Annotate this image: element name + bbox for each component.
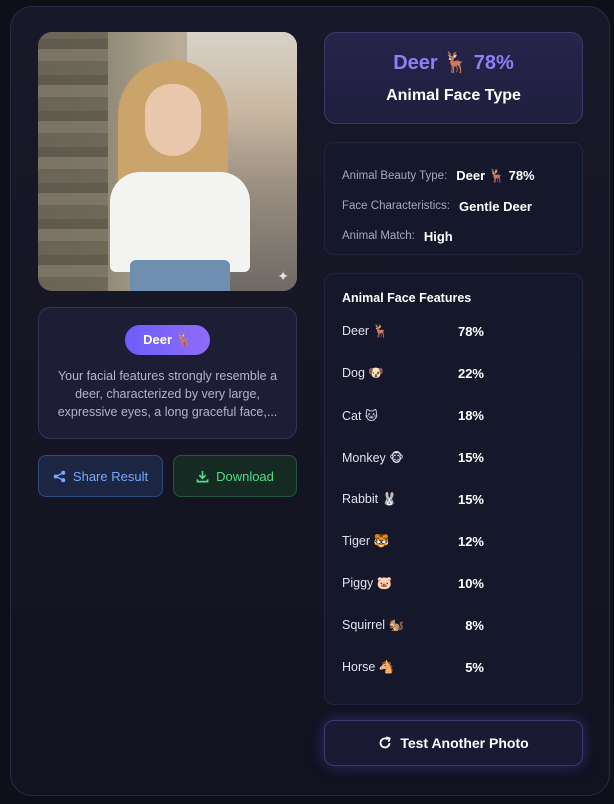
refresh-icon bbox=[379, 736, 392, 749]
share-result-button[interactable]: Share Result bbox=[38, 455, 163, 497]
info-value: High bbox=[423, 228, 453, 244]
result-summary-card: Deer 🦌 78% Animal Face Type bbox=[324, 32, 583, 124]
info-row-animal-match: Animal Match: High bbox=[342, 221, 582, 251]
feature-name: Rabbit 🐰 bbox=[342, 492, 398, 506]
feature-percent: 12% bbox=[457, 534, 484, 549]
result-title: Animal Face Type bbox=[386, 87, 521, 104]
info-value: Gentle Deer bbox=[459, 198, 532, 214]
download-button[interactable]: Download bbox=[173, 455, 297, 497]
photo-subject-jeans bbox=[130, 260, 230, 291]
download-label: Download bbox=[216, 468, 274, 484]
download-icon bbox=[196, 470, 209, 482]
feature-name: Squirrel 🐿️ bbox=[342, 618, 405, 632]
info-value: Deer 🦌 78% bbox=[456, 168, 535, 183]
photo-background-wall bbox=[38, 32, 108, 291]
feature-row: Deer 🦌 78% bbox=[342, 319, 492, 361]
feature-percent: 8% bbox=[465, 618, 484, 633]
info-label: Animal Beauty Type: bbox=[342, 170, 448, 182]
features-card: Animal Face Features Deer 🦌 78% Dog 🐶 22… bbox=[324, 273, 583, 705]
feature-row: Horse 🐴 5% bbox=[342, 655, 492, 697]
sparkle-icon: ✦ bbox=[277, 268, 289, 284]
description-card: Deer 🦌 Your facial features strongly res… bbox=[38, 307, 297, 439]
uploaded-photo: ✦ bbox=[38, 32, 297, 291]
feature-row: Monkey 🐵 15% bbox=[342, 445, 492, 487]
photo-subject-shirt bbox=[110, 172, 250, 272]
feature-percent: 18% bbox=[457, 408, 484, 423]
feature-percent: 15% bbox=[457, 492, 484, 507]
feature-row: Cat 🐱 18% bbox=[342, 403, 492, 445]
features-list: Deer 🦌 78% Dog 🐶 22% Cat 🐱 18% Monkey 🐵 … bbox=[342, 319, 492, 697]
feature-row: Rabbit 🐰 15% bbox=[342, 487, 492, 529]
feature-name: Deer 🦌 bbox=[342, 324, 389, 338]
feature-name: Piggy 🐷 bbox=[342, 576, 393, 590]
feature-percent: 22% bbox=[457, 366, 484, 381]
info-card: Animal Beauty Type: Deer 🦌 78% Face Char… bbox=[324, 142, 583, 255]
feature-percent: 10% bbox=[457, 576, 484, 591]
description-text: Your facial features strongly resemble a… bbox=[57, 369, 278, 419]
feature-percent: 5% bbox=[465, 660, 484, 675]
feature-name: Cat 🐱 bbox=[342, 409, 378, 423]
feature-name: Tiger 🐯 bbox=[342, 534, 390, 548]
feature-name: Dog 🐶 bbox=[342, 366, 384, 380]
info-label: Animal Match: bbox=[342, 230, 415, 242]
feature-row: Squirrel 🐿️ 8% bbox=[342, 613, 492, 655]
feature-name: Monkey 🐵 bbox=[342, 451, 404, 465]
feature-row: Dog 🐶 22% bbox=[342, 361, 492, 403]
feature-percent: 15% bbox=[457, 450, 484, 465]
share-icon bbox=[53, 470, 66, 482]
photo-subject-face bbox=[145, 84, 201, 156]
test-another-photo-button[interactable]: Test Another Photo bbox=[324, 720, 583, 766]
info-row-face-characteristics: Face Characteristics: Gentle Deer bbox=[342, 191, 582, 221]
features-title: Animal Face Features bbox=[342, 291, 472, 305]
feature-row: Piggy 🐷 10% bbox=[342, 571, 492, 613]
feature-name: Horse 🐴 bbox=[342, 660, 395, 674]
share-result-label: Share Result bbox=[72, 468, 149, 484]
info-label: Face Characteristics: bbox=[342, 200, 451, 212]
feature-row: Tiger 🐯 12% bbox=[342, 529, 492, 571]
animal-badge: Deer 🦌 bbox=[125, 325, 210, 355]
result-headline: Deer 🦌 78% bbox=[393, 52, 514, 74]
info-row-beauty-type: Animal Beauty Type: Deer 🦌 78% bbox=[342, 161, 582, 191]
feature-percent: 78% bbox=[457, 324, 484, 339]
test-another-photo-label: Test Another Photo bbox=[400, 735, 529, 751]
